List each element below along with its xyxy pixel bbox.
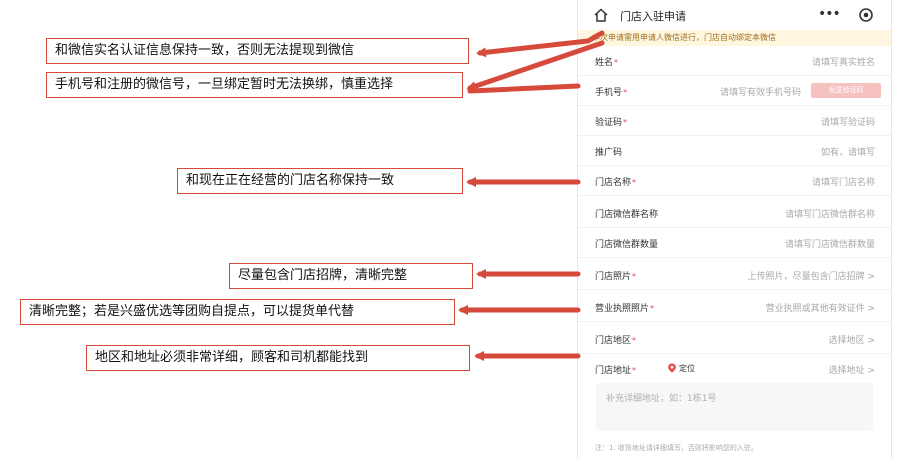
wechat-group-size-input[interactable]: 请填写门店微信群数量 xyxy=(785,237,875,250)
notice-banner: 本次申请需用申请人微信进行，门店自动绑定本微信 xyxy=(578,30,891,46)
code-row[interactable]: 验证码* 请填写验证码 xyxy=(578,106,891,136)
wechat-group-name-row[interactable]: 门店微信群名称 请填写门店微信群名称 xyxy=(578,198,891,228)
store-name-label: 门店名称* xyxy=(595,178,637,188)
home-icon[interactable] xyxy=(592,6,610,24)
detail-address-input[interactable] xyxy=(596,383,873,431)
region-row[interactable]: 门店地区* 选择地区 > xyxy=(578,324,891,354)
annotation-phone: 手机号和注册的微信号，一旦绑定暂时无法换绑，慎重选择 xyxy=(46,72,463,98)
license-photo-row[interactable]: 营业执照照片* 营业执照或其他有效证件 > xyxy=(578,292,891,322)
store-name-row[interactable]: 门店名称* 请填写门店名称 xyxy=(578,166,891,196)
annotation-address: 地区和地址必须非常详细，顾客和司机都能找到 xyxy=(86,345,470,371)
referral-row[interactable]: 推广码 如有，请填写 xyxy=(578,136,891,166)
region-label: 门店地区* xyxy=(595,336,637,346)
wechat-group-name-label: 门店微信群名称 xyxy=(595,210,659,220)
annotation-store-photo: 尽量包含门店招牌，清晰完整 xyxy=(229,263,473,289)
close-mini-program-icon[interactable] xyxy=(858,7,874,23)
referral-label: 推广码 xyxy=(595,148,623,158)
phone-input[interactable]: 请填写有效手机号码 xyxy=(720,85,801,98)
more-icon[interactable]: ••• xyxy=(818,6,841,22)
store-name-input[interactable]: 请填写门店名称 xyxy=(812,175,875,188)
annotation-name: 和微信实名认证信息保持一致，否则无法提现到微信 xyxy=(46,38,469,64)
phone-row[interactable]: 手机号* 请填写有效手机号码 发送验证码 xyxy=(578,76,891,106)
phone-label: 手机号* xyxy=(595,88,628,98)
wechat-group-size-label: 门店微信群数量 xyxy=(595,240,659,250)
app-header: 门店入驻申请 ••• xyxy=(578,0,891,30)
page-title: 门店入驻申请 xyxy=(620,10,686,23)
address-label: 门店地址* xyxy=(595,366,637,376)
name-input[interactable]: 请填写真实姓名 xyxy=(812,55,875,68)
annotation-store-name: 和现在正在经营的门店名称保持一致 xyxy=(177,168,463,194)
license-photo-label: 营业执照照片* xyxy=(595,304,655,314)
name-label: 姓名* xyxy=(595,58,619,68)
code-label: 验证码* xyxy=(595,118,628,128)
location-pin-icon[interactable] xyxy=(667,363,677,373)
wechat-group-size-row[interactable]: 门店微信群数量 请填写门店微信群数量 xyxy=(578,228,891,258)
wechat-group-name-input[interactable]: 请填写门店微信群名称 xyxy=(785,207,875,220)
arrow-phone-2 xyxy=(467,83,581,94)
referral-input[interactable]: 如有，请填写 xyxy=(821,145,875,158)
address-select[interactable]: 选择地址 > xyxy=(829,363,875,376)
footnote: 注：1. 收货地址请详细填写，否则将影响您的入驻。 xyxy=(595,444,758,452)
address-row[interactable]: 门店地址* 定位 选择地址 > xyxy=(578,354,891,384)
license-photo-upload[interactable]: 营业执照或其他有效证件 > xyxy=(766,301,875,314)
send-code-button[interactable]: 发送验证码 xyxy=(811,83,881,98)
name-row[interactable]: 姓名* 请填写真实姓名 xyxy=(578,46,891,76)
annotation-license-photo: 清晰完整；若是兴盛优选等团购自提点，可以提货单代替 xyxy=(20,299,455,325)
phone-screen: 门店入驻申请 ••• 本次申请需用申请人微信进行，门店自动绑定本微信 姓名* 请… xyxy=(577,0,892,458)
store-photo-row[interactable]: 门店照片* 上传照片，尽量包含门店招牌 > xyxy=(578,260,891,290)
region-select[interactable]: 选择地区 > xyxy=(829,333,875,346)
store-photo-upload[interactable]: 上传照片，尽量包含门店招牌 > xyxy=(748,269,875,282)
code-input[interactable]: 请填写验证码 xyxy=(821,115,875,128)
locate-button[interactable]: 定位 xyxy=(679,363,695,374)
store-photo-label: 门店照片* xyxy=(595,272,637,282)
